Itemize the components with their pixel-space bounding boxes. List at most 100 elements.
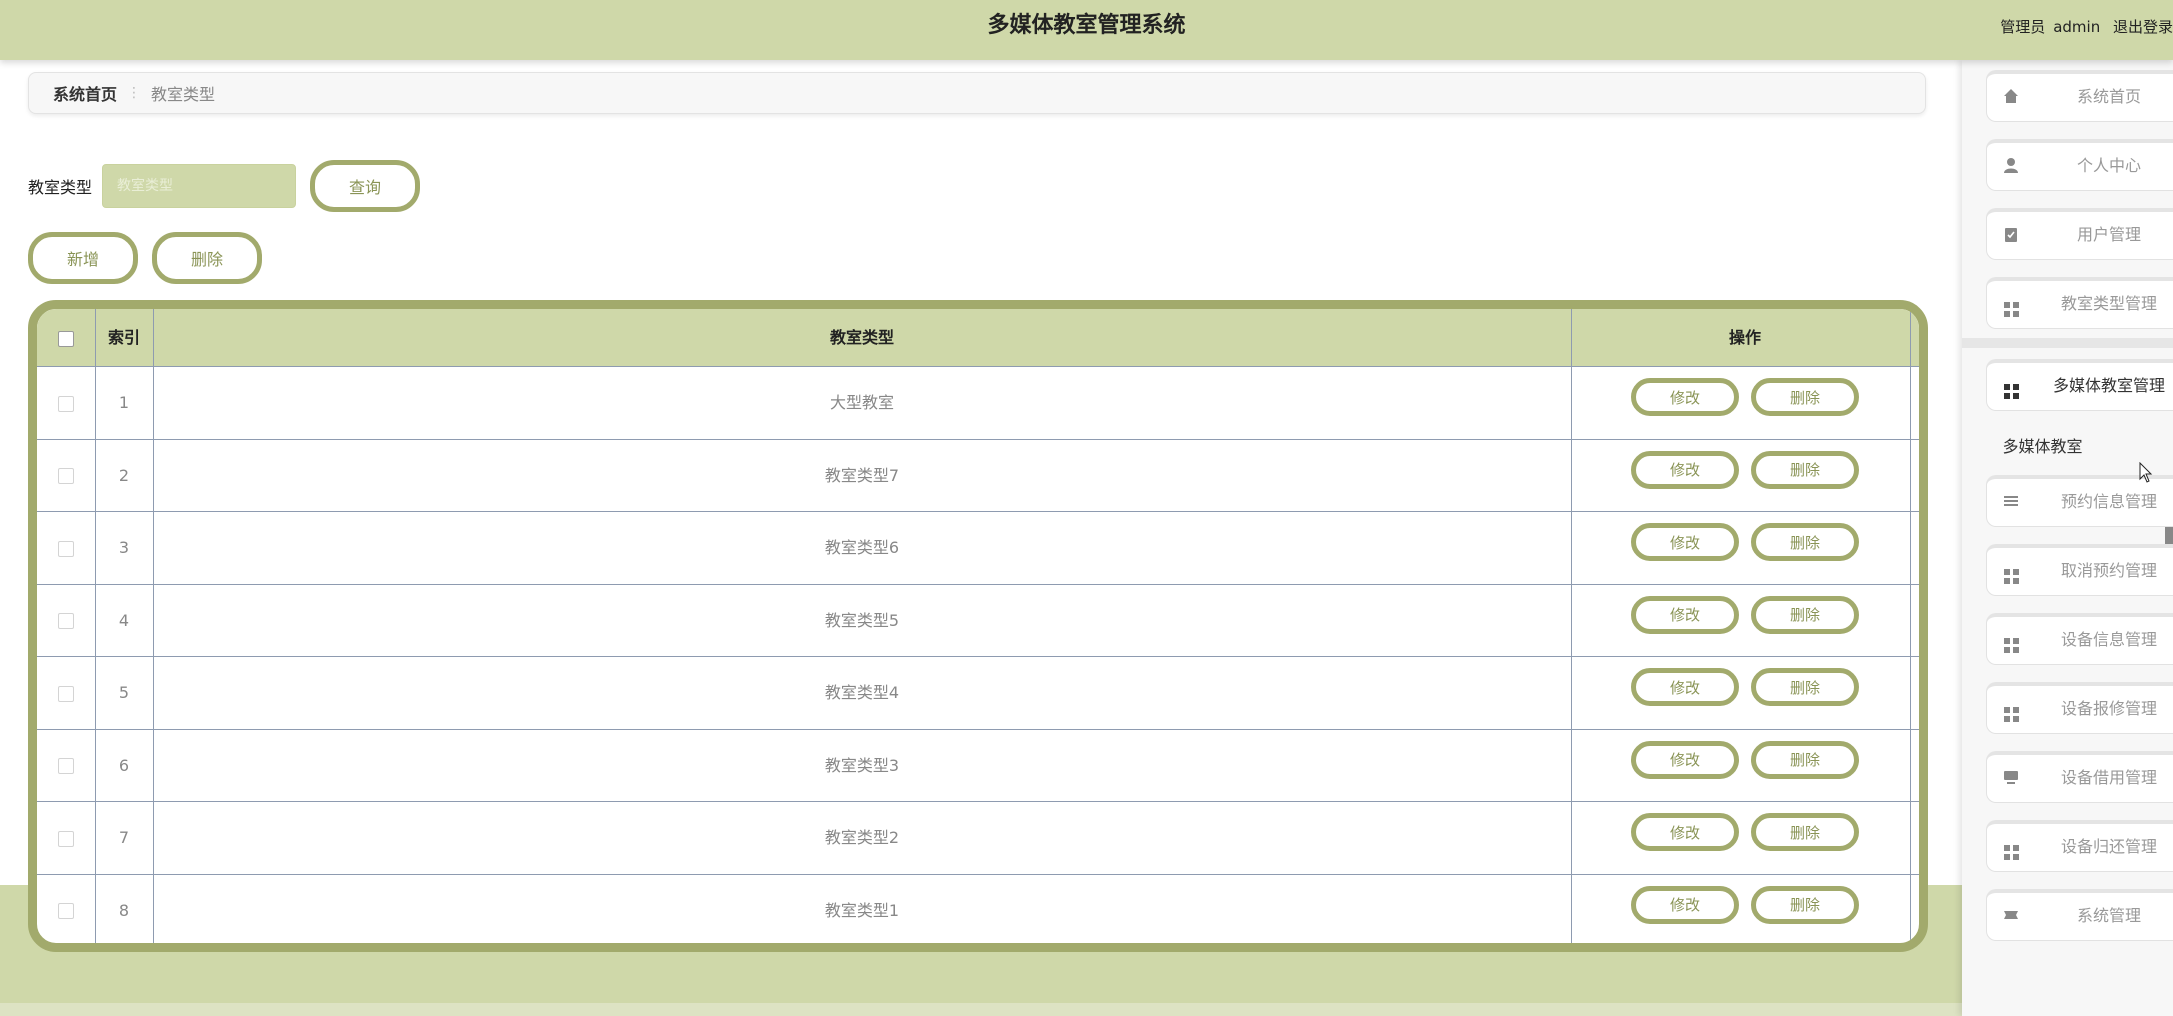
sidebar-divider: [1962, 338, 2173, 348]
row-checkbox-cell: [37, 730, 95, 802]
row-checkbox-cell: [37, 657, 95, 729]
delete-button[interactable]: 删除: [1751, 813, 1859, 851]
row-index: 7: [118, 828, 130, 847]
column-divider: [1571, 309, 1572, 943]
row-checkbox[interactable]: [58, 685, 74, 702]
row-ops: 修改 删除: [1571, 585, 1919, 657]
grid-icon: [2003, 377, 2019, 399]
sidebar-item[interactable]: 系统首页: [1986, 70, 2173, 122]
home-icon: [2003, 88, 2019, 104]
delete-button[interactable]: 删除: [1751, 740, 1859, 779]
batch-delete-button[interactable]: 删除: [152, 232, 262, 284]
monitor-icon: [2003, 769, 2019, 785]
sidebar-item[interactable]: 用户管理: [1986, 208, 2173, 260]
add-button[interactable]: 新增: [28, 232, 138, 284]
sidebar-item[interactable]: 系统管理: [1986, 889, 2173, 941]
sidebar-item[interactable]: 取消预约管理: [1986, 544, 2173, 596]
table-row: 2 教室类型7 修改 删除: [37, 440, 1919, 512]
delete-button[interactable]: 删除: [1751, 450, 1859, 489]
search-input[interactable]: [102, 164, 297, 208]
list-icon: [2003, 493, 2019, 509]
row-ops: 修改 删除: [1571, 802, 1919, 874]
grid-icon: [2003, 295, 2019, 317]
row-ops: 修改 删除: [1571, 367, 1919, 439]
edit-button[interactable]: 修改: [1631, 668, 1739, 706]
clipboard-icon: [2003, 226, 2019, 242]
action-bar: 新增 删除: [28, 232, 262, 284]
sidebar-item[interactable]: 设备信息管理: [1986, 613, 2173, 665]
row-checkbox-cell: [37, 440, 95, 512]
edit-button[interactable]: 修改: [1631, 450, 1739, 489]
delete-button[interactable]: 删除: [1751, 378, 1859, 416]
sidebar-item[interactable]: 多媒体教室管理: [1986, 359, 2173, 411]
table-row: 5 教室类型4 修改 删除: [37, 657, 1919, 730]
delete-button[interactable]: 删除: [1751, 885, 1859, 924]
row-checkbox[interactable]: [58, 540, 74, 557]
sidebar-item[interactable]: 设备报修管理: [1986, 682, 2173, 734]
row-checkbox[interactable]: [58, 903, 74, 919]
query-button[interactable]: 查询: [310, 160, 421, 212]
row-type: 教室类型7: [824, 465, 900, 485]
header-ops: 操作: [1728, 328, 1761, 347]
breadcrumb-home[interactable]: 系统首页: [53, 81, 117, 105]
row-checkbox-cell: [37, 367, 95, 439]
row-type: 教室类型4: [824, 683, 900, 702]
edit-button[interactable]: 修改: [1631, 595, 1739, 634]
edit-button[interactable]: 修改: [1631, 740, 1739, 779]
mouse-cursor-icon: [2139, 462, 2153, 483]
sidebar-item[interactable]: 个人中心: [1986, 139, 2173, 191]
sidebar-item-label: 个人中心: [2076, 156, 2141, 175]
breadcrumb: 系统首页 ⋮ 教室类型: [28, 72, 1926, 114]
delete-button[interactable]: 删除: [1751, 523, 1859, 561]
row-checkbox[interactable]: [58, 830, 74, 847]
delete-button[interactable]: 删除: [1751, 668, 1859, 706]
row-checkbox-cell: [37, 802, 95, 874]
row-checkbox[interactable]: [58, 758, 74, 774]
sidebar-item-label: 设备归还管理: [2060, 837, 2157, 856]
data-table: 索引 教室类型 操作 1 大型教室 修改 删除 2 教室类型7 修改 删除 3 教室类型6 修改 删除…: [28, 300, 1928, 952]
sidebar: 系统首页 个人中心 用户管理 教室类型管理 多媒体教室管理 预约信息管理 取消预约管理 设备信…: [1962, 60, 2173, 1016]
grid-icon: [2003, 631, 2019, 653]
sidebar-item[interactable]: 设备归还管理: [1986, 820, 2173, 872]
row-ops: 修改 删除: [1571, 657, 1919, 729]
sidebar-item-label: 教室类型管理: [2060, 294, 2157, 313]
edit-button[interactable]: 修改: [1631, 813, 1739, 851]
edit-button[interactable]: 修改: [1631, 885, 1739, 924]
row-index: 1: [118, 393, 130, 412]
search-bar: 教室类型 查询: [28, 160, 421, 212]
row-type: 教室类型3: [824, 755, 900, 775]
row-type: 教室类型2: [824, 828, 900, 847]
table-row: 3 教室类型6 修改 删除: [37, 512, 1919, 585]
table-row: 6 教室类型3 修改 删除: [37, 730, 1919, 802]
row-type: 教室类型1: [824, 900, 900, 920]
grid-icon: [2003, 838, 2019, 860]
edit-button[interactable]: 修改: [1631, 523, 1739, 561]
row-ops: 修改 删除: [1571, 512, 1919, 584]
header-index: 索引: [107, 328, 140, 347]
edit-button[interactable]: 修改: [1631, 378, 1739, 416]
top-header: 多媒体教室管理系统 管理员 admin 退出登录: [0, 0, 2173, 60]
row-checkbox[interactable]: [58, 468, 74, 484]
sidebar-item[interactable]: 教室类型管理: [1986, 277, 2173, 329]
table-body: 1 大型教室 修改 删除 2 教室类型7 修改 删除 3 教室类型6 修改 删除 4 教室类型5 修改 删除 5…: [37, 367, 1919, 944]
background-decoration-bottom: [0, 1003, 1970, 1016]
row-checkbox[interactable]: [58, 613, 74, 629]
sidebar-item-label: 多媒体教室管理: [2052, 376, 2165, 395]
row-checkbox-cell: [37, 875, 95, 944]
row-type: 教室类型5: [824, 610, 900, 630]
select-all-checkbox[interactable]: [58, 330, 74, 347]
delete-button[interactable]: 删除: [1751, 595, 1859, 634]
table-row: 4 教室类型5 修改 删除: [37, 585, 1919, 657]
breadcrumb-separator-icon: ⋮: [127, 85, 142, 101]
sidebar-item-label: 设备报修管理: [2060, 699, 2157, 718]
header-checkbox-cell: [37, 309, 95, 367]
logout-link[interactable]: 退出登录: [2113, 18, 2173, 36]
row-checkbox-cell: [37, 585, 95, 657]
sidebar-item[interactable]: 设备借用管理: [1986, 751, 2173, 803]
row-type: 教室类型6: [824, 538, 900, 557]
column-divider: [1910, 309, 1911, 943]
row-checkbox[interactable]: [58, 395, 74, 412]
table-row: 8 教室类型1 修改 删除: [37, 875, 1919, 944]
app-title: 多媒体教室管理系统: [987, 13, 1186, 38]
breadcrumb-current: 教室类型: [151, 85, 216, 104]
